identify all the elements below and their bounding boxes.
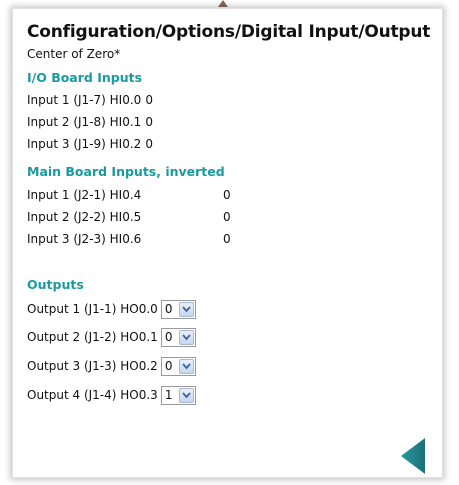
output-1-selected-value: 0 xyxy=(164,301,173,316)
main-input-row: Input 2 (J2-2) HI0.5 0 xyxy=(27,208,247,226)
main-input-label: Input 2 (J2-2) HI0.5 xyxy=(27,210,142,224)
left-triangle-icon xyxy=(401,438,425,474)
chevron-down-icon[interactable] xyxy=(178,358,194,374)
output-label: Output 2 (J1-2) HO0.1 xyxy=(27,330,158,344)
io-input-value: 0 xyxy=(145,93,153,107)
main-input-label: Input 3 (J2-3) HI0.6 xyxy=(27,232,142,246)
output-label: Output 3 (J1-3) HO0.2 xyxy=(27,359,158,373)
main-board-heading: Main Board Inputs, inverted xyxy=(27,164,225,179)
main-input-value: 0 xyxy=(223,232,231,246)
io-input-row: Input 3 (J1-9) HI0.2 0 xyxy=(27,135,153,153)
output-4-selected-value: 1 xyxy=(164,387,173,402)
main-input-row: Input 3 (J2-3) HI0.6 0 xyxy=(27,230,247,248)
io-input-label: Input 2 (J1-8) HI0.1 xyxy=(27,115,142,129)
io-input-value: 0 xyxy=(145,137,153,151)
output-2-selected-value: 0 xyxy=(164,329,173,344)
main-input-value: 0 xyxy=(223,210,231,224)
page-title: Configuration/Options/Digital Input/Outp… xyxy=(27,22,431,42)
output-2-select[interactable]: 0 xyxy=(160,327,196,347)
main-input-value: 0 xyxy=(223,188,231,202)
output-row: Output 3 (J1-3) HO0.2 0 xyxy=(27,356,196,376)
chevron-down-icon[interactable] xyxy=(178,301,194,317)
io-input-row: Input 2 (J1-8) HI0.1 0 xyxy=(27,113,153,131)
io-input-row: Input 1 (J1-7) HI0.0 0 xyxy=(27,91,153,109)
output-label: Output 1 (J1-1) HO0.0 xyxy=(27,302,158,316)
output-row: Output 2 (J1-2) HO0.1 0 xyxy=(27,327,196,347)
outputs-heading: Outputs xyxy=(27,277,84,292)
back-button[interactable] xyxy=(400,437,426,475)
page-subtitle: Center of Zero* xyxy=(27,47,121,61)
main-input-row: Input 1 (J2-1) HI0.4 0 xyxy=(27,186,247,204)
top-marker-icon xyxy=(218,0,228,7)
dialog-panel: Configuration/Options/Digital Input/Outp… xyxy=(12,8,443,478)
io-input-label: Input 3 (J1-9) HI0.2 xyxy=(27,137,142,151)
io-input-value: 0 xyxy=(145,115,153,129)
main-input-label: Input 1 (J2-1) HI0.4 xyxy=(27,188,142,202)
chevron-down-icon[interactable] xyxy=(178,387,194,403)
io-board-heading: I/O Board Inputs xyxy=(27,70,143,85)
io-input-label: Input 1 (J1-7) HI0.0 xyxy=(27,93,142,107)
output-3-select[interactable]: 0 xyxy=(160,356,196,376)
output-label: Output 4 (J1-4) HO0.3 xyxy=(27,388,158,402)
output-row: Output 1 (J1-1) HO0.0 0 xyxy=(27,299,196,319)
output-row: Output 4 (J1-4) HO0.3 1 xyxy=(27,385,196,405)
output-4-select[interactable]: 1 xyxy=(160,385,196,405)
chevron-down-icon[interactable] xyxy=(178,329,194,345)
output-1-select[interactable]: 0 xyxy=(160,299,196,319)
output-3-selected-value: 0 xyxy=(164,358,173,373)
